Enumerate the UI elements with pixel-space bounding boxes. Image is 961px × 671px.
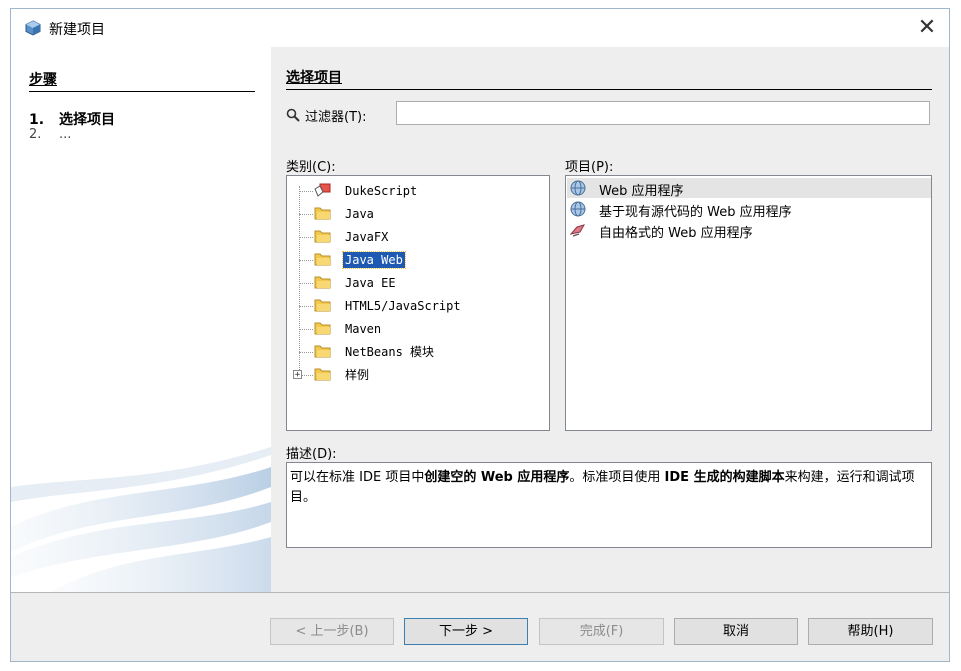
folder-icon xyxy=(314,322,331,335)
folder-icon xyxy=(314,276,331,289)
tree-item-label: 样例 xyxy=(345,368,370,382)
close-button[interactable]: ✕ xyxy=(913,14,941,42)
tree-item-label: Java Web xyxy=(342,251,406,269)
tree-connector xyxy=(299,214,313,215)
expand-icon[interactable]: + xyxy=(293,370,302,380)
finish-button[interactable]: 完成(F) xyxy=(539,618,664,645)
filter-label: 过滤器(T): xyxy=(305,110,367,125)
tree-item-label: JavaFX xyxy=(345,230,389,244)
tree-item-dukescript[interactable]: DukeScript xyxy=(287,180,549,202)
project-item-web-app[interactable]: Web 应用程序 xyxy=(567,178,931,199)
step-number: 1. xyxy=(29,112,45,128)
categories-label: 类别(C): xyxy=(286,160,336,175)
folder-icon xyxy=(314,207,331,220)
folder-icon xyxy=(314,230,331,243)
project-item-label: 基于现有源代码的 Web 应用程序 xyxy=(599,205,792,220)
description-bold-text: 创建空的 Web 应用程序 xyxy=(424,470,570,485)
description-bold-text: IDE 生成的构建脚本 xyxy=(664,470,785,485)
tree-item-netbeans-modules[interactable]: NetBeans 模块 xyxy=(287,341,549,363)
tree-item-java[interactable]: Java xyxy=(287,203,549,225)
netbeans-cube-icon xyxy=(25,20,41,36)
dukescript-icon xyxy=(314,183,331,197)
tree-item-java-web[interactable]: Java Web xyxy=(287,249,549,271)
description-box: 可以在标准 IDE 项目中创建空的 Web 应用程序。标准项目使用 IDE 生成… xyxy=(286,462,932,548)
tree-item-javafx[interactable]: JavaFX xyxy=(287,226,549,248)
tree-item-samples[interactable]: + 样例 xyxy=(287,364,549,386)
description-text: 可以在标准 IDE 项目中 xyxy=(290,470,425,485)
folder-icon xyxy=(314,253,331,266)
tree-item-maven[interactable]: Maven xyxy=(287,318,549,340)
categories-tree[interactable]: DukeScript Java JavaFX Java Web Java EE … xyxy=(286,175,550,431)
footer-divider xyxy=(11,592,949,593)
step-number: 2. xyxy=(29,127,42,142)
tree-item-label: NetBeans 模块 xyxy=(345,345,435,359)
new-project-dialog: 新建项目 ✕ 步骤 1. 选择项目 2.... 选择项目 过滤器(T): 类别(… xyxy=(10,8,950,662)
description-text: 。标准项目使用 xyxy=(569,470,665,485)
tree-item-label: DukeScript xyxy=(345,184,418,198)
project-item-freeform-web-app[interactable]: 自由格式的 Web 应用程序 xyxy=(567,220,931,241)
folder-icon xyxy=(314,368,331,381)
tree-item-java-ee[interactable]: Java EE xyxy=(287,272,549,294)
freeform-icon xyxy=(570,224,586,237)
folder-icon xyxy=(314,299,331,312)
projects-label: 项目(P): xyxy=(565,160,614,175)
tree-connector xyxy=(299,237,313,238)
step-1: 1. 选择项目 xyxy=(29,109,115,129)
tree-connector xyxy=(299,283,313,284)
tree-item-label: HTML5/JavaScript xyxy=(345,299,461,313)
window-title: 新建项目 xyxy=(49,22,105,38)
title-bar: 新建项目 ✕ xyxy=(11,9,949,47)
tree-connector xyxy=(299,191,313,192)
cancel-button[interactable]: 取消 xyxy=(674,618,798,645)
content-panel: 选择项目 过滤器(T): 类别(C): 项目(P): DukeScript Ja… xyxy=(271,47,949,592)
help-button[interactable]: 帮助(H) xyxy=(808,618,933,645)
description-label: 描述(D): xyxy=(286,447,337,462)
folder-icon xyxy=(314,345,331,358)
tree-connector xyxy=(299,329,313,330)
project-item-label: Web 应用程序 xyxy=(599,184,684,199)
section-header: 选择项目 xyxy=(286,67,932,90)
steps-header: 步骤 xyxy=(29,69,255,92)
tree-item-html5-javascript[interactable]: HTML5/JavaScript xyxy=(287,295,549,317)
back-button[interactable]: < 上一步(B) xyxy=(270,618,394,645)
project-item-label: 自由格式的 Web 应用程序 xyxy=(599,226,753,241)
filter-input[interactable] xyxy=(396,101,930,125)
tree-connector xyxy=(299,352,313,353)
search-icon xyxy=(286,108,300,122)
project-item-web-app-existing-sources[interactable]: 基于现有源代码的 Web 应用程序 xyxy=(567,199,931,220)
projects-list[interactable]: Web 应用程序 基于现有源代码的 Web 应用程序 自由格式的 Web 应用程… xyxy=(565,175,932,431)
close-icon: ✕ xyxy=(917,15,937,40)
step-label: ... xyxy=(59,127,72,142)
tree-item-label: Java EE xyxy=(345,276,396,290)
step-2: 2.... xyxy=(29,127,71,142)
steps-panel: 步骤 1. 选择项目 2.... xyxy=(11,47,271,592)
tree-connector xyxy=(299,260,313,261)
decorative-swoosh-graphic xyxy=(11,447,271,592)
tree-connector xyxy=(299,306,313,307)
tree-item-label: Java xyxy=(345,207,374,221)
tree-item-label: Maven xyxy=(345,322,382,336)
globe-icon xyxy=(570,180,586,196)
step-label: 选择项目 xyxy=(59,112,115,128)
globe-icon xyxy=(570,201,586,217)
next-button[interactable]: 下一步 > xyxy=(404,618,528,645)
